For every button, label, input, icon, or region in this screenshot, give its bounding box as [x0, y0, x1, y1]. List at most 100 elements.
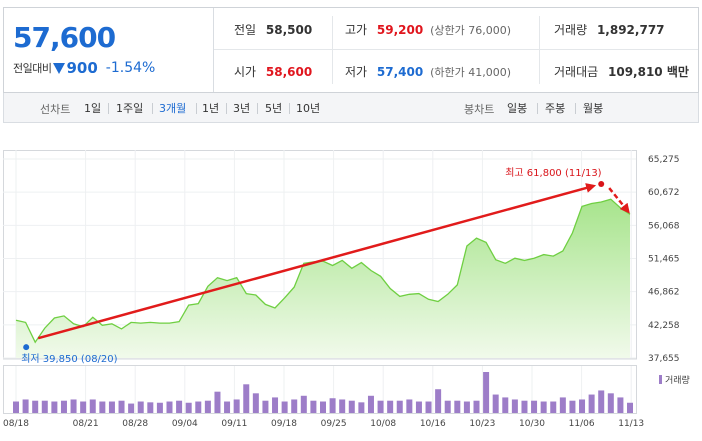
volume-bar	[550, 401, 557, 413]
volume-bar	[521, 400, 528, 413]
stat-label: 거래대금	[554, 65, 599, 79]
volume-bar	[233, 399, 240, 413]
stat-value: 58,500	[265, 23, 313, 37]
x-tick-label: 08/18	[3, 419, 29, 429]
volume-bar	[99, 401, 106, 413]
volume-bar	[41, 400, 48, 413]
volume-bar	[310, 400, 317, 413]
volume-bar	[358, 402, 365, 413]
tab-1w[interactable]: 1주일	[116, 100, 143, 116]
volume-bar	[435, 389, 442, 413]
volume-bar	[617, 397, 624, 413]
stock-summary: 57,600 전일대비 900 -1.54% 전일 58,500 고가 59,2…	[3, 7, 699, 93]
stats-grid: 전일 58,500 고가 59,200 (상한가 76,000) 거래량 1,8…	[214, 8, 698, 92]
volume-bar	[377, 400, 384, 413]
volume-bar	[569, 400, 576, 413]
x-tick-label: 10/08	[370, 419, 396, 429]
x-tick-label: 08/21	[73, 419, 99, 429]
volume-bar	[214, 391, 221, 413]
x-tick-label: 11/06	[569, 419, 595, 429]
volume-bar	[607, 393, 614, 413]
divider	[214, 49, 698, 50]
volume-bar	[387, 400, 394, 413]
current-price: 57,600	[13, 21, 116, 54]
volume-bar	[502, 397, 509, 413]
stat-note: (상한가 76,000)	[430, 24, 511, 37]
stat-value: 57,400	[376, 65, 424, 79]
divider	[152, 103, 153, 114]
volume-bar	[262, 400, 269, 413]
volume-bar	[32, 400, 39, 413]
volume-bar	[559, 397, 566, 413]
volume-bar	[291, 399, 298, 413]
tab-daily[interactable]: 일봉	[507, 100, 527, 116]
divider	[108, 103, 109, 114]
volume-bar	[224, 401, 231, 413]
divider	[332, 16, 333, 84]
x-tick-label: 09/25	[321, 419, 347, 429]
high-marker	[598, 181, 605, 188]
stat-value: 1,892,777	[596, 23, 665, 37]
y-tick-label: 51,465	[648, 255, 680, 265]
volume-bar	[367, 395, 374, 413]
x-tick-label: 10/23	[469, 419, 495, 429]
tab-3m[interactable]: 3개월	[159, 100, 186, 116]
volume-bar	[243, 384, 250, 413]
x-tick-label: 09/11	[221, 419, 247, 429]
volume-bar	[483, 372, 490, 413]
tab-1y[interactable]: 1년	[202, 100, 219, 116]
volume-bar	[348, 400, 355, 413]
tab-weekly[interactable]: 주봉	[545, 100, 565, 116]
volume-bar	[118, 400, 125, 413]
volume-bar	[166, 401, 173, 413]
x-tick-label: 10/16	[420, 419, 446, 429]
down-triangle-icon	[53, 62, 66, 74]
volume-bar	[463, 401, 470, 413]
y-tick-label: 42,258	[648, 321, 680, 331]
price-area	[15, 198, 631, 358]
y-tick-label: 46,862	[648, 288, 680, 298]
volume-legend: 거래량	[659, 374, 690, 386]
x-tick-label: 09/18	[271, 419, 297, 429]
change-percent: -1.54%	[105, 60, 156, 76]
volume-bar	[540, 401, 547, 413]
tab-3y[interactable]: 3년	[233, 100, 250, 116]
x-tick-label: 08/28	[122, 419, 148, 429]
stat-volume: 거래량 1,892,777	[554, 22, 665, 38]
divider	[575, 103, 576, 114]
stat-amount: 거래대금 109,810 백만	[554, 64, 689, 80]
tab-monthly[interactable]: 월봉	[583, 100, 603, 116]
volume-bar	[473, 400, 480, 413]
divider	[289, 103, 290, 114]
tab-5y[interactable]: 5년	[265, 100, 282, 116]
tab-10y[interactable]: 10년	[296, 100, 320, 116]
volume-bar	[137, 401, 144, 413]
x-tick-label: 09/04	[172, 419, 198, 429]
volume-bar	[60, 400, 67, 413]
stat-value: 58,600	[265, 65, 313, 79]
change-value: 900	[66, 59, 98, 77]
volume-bar	[415, 401, 422, 413]
volume-bar	[108, 401, 115, 413]
line-chart-label: 선차트	[40, 103, 71, 116]
stat-low: 저가 57,400 (하한가 41,000)	[345, 64, 511, 81]
change-label: 전일대비	[13, 62, 52, 75]
volume-bars	[13, 372, 633, 413]
volume-bar	[176, 400, 183, 413]
volume-bar	[272, 397, 279, 413]
volume-bar	[492, 394, 499, 413]
volume-bar	[579, 399, 586, 413]
x-axis: 08/18 08/21 08/28 09/04 09/11 09/18 09/25 10/08…	[3, 419, 644, 429]
volume-bar	[454, 400, 461, 413]
volume-bar	[444, 400, 451, 413]
price-chart: 최고 61,800 (11/13) 최저 39,850 (08/20) 65,27…	[3, 150, 699, 438]
volume-bar	[598, 390, 605, 413]
stat-label: 고가	[345, 23, 368, 37]
volume-bar	[80, 401, 87, 413]
volume-bar	[195, 401, 202, 413]
volume-bar	[252, 393, 259, 413]
volume-bar	[627, 402, 633, 413]
tab-1d[interactable]: 1일	[84, 100, 101, 116]
stat-open: 시가 58,600	[234, 64, 312, 80]
price-area-fill	[16, 199, 630, 358]
